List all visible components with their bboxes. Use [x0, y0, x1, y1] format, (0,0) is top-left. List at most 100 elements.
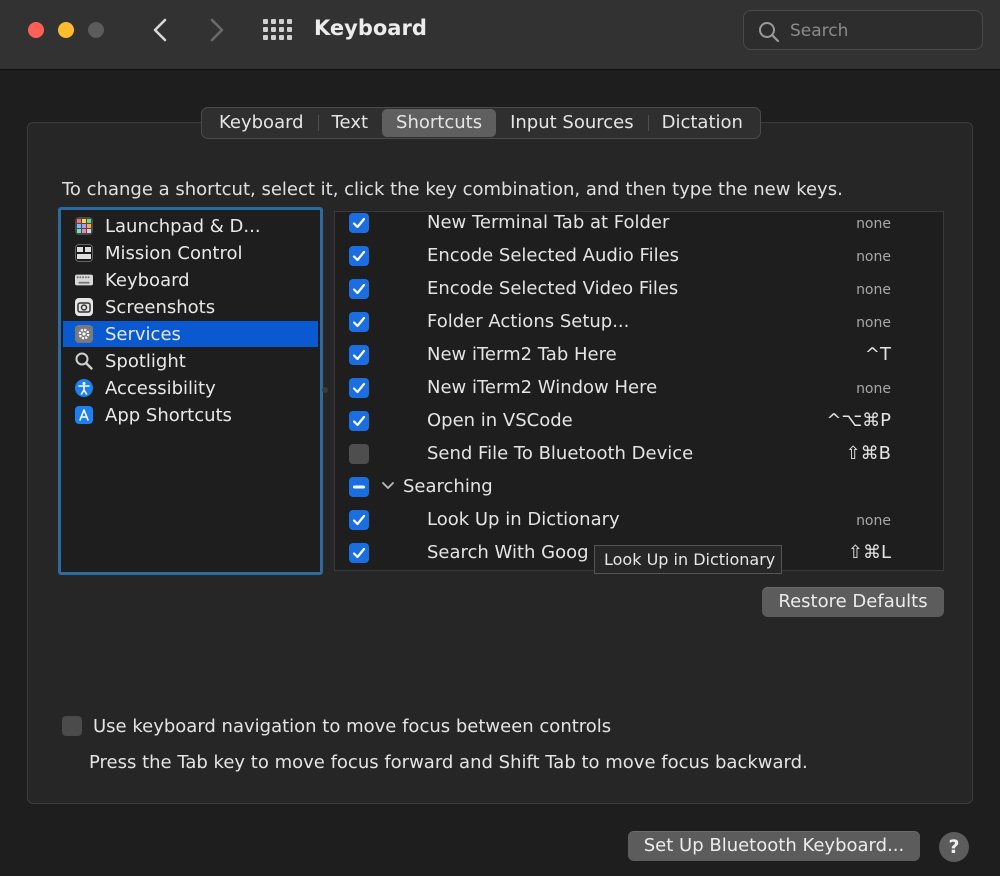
- keyboard-navigation-checkbox[interactable]: [62, 716, 82, 736]
- tab-dictation[interactable]: Dictation: [647, 109, 757, 137]
- category-mission-control[interactable]: Mission Control: [63, 240, 318, 266]
- service-enabled-checkbox[interactable]: [349, 213, 369, 233]
- service-enabled-checkbox[interactable]: [349, 345, 369, 365]
- service-name: Folder Actions Setup...: [427, 311, 630, 332]
- table-row[interactable]: Look Up in Dictionary none: [335, 505, 943, 538]
- shortcut-value[interactable]: ⇧⌘L: [848, 542, 891, 563]
- window-title: Keyboard: [314, 16, 427, 40]
- app-store-icon: [75, 406, 93, 424]
- category-screenshots[interactable]: Screenshots: [63, 294, 318, 320]
- tab-shortcuts[interactable]: Shortcuts: [382, 109, 497, 137]
- service-name: New Terminal Tab at Folder: [427, 212, 670, 233]
- chevron-down-icon[interactable]: [381, 481, 395, 491]
- shortcut-value[interactable]: none: [856, 513, 891, 529]
- keyboard-navigation-help: Press the Tab key to move focus forward …: [89, 752, 808, 773]
- category-label: Keyboard: [105, 269, 190, 291]
- minimize-window-button[interactable]: [58, 22, 74, 38]
- back-button[interactable]: [146, 14, 176, 46]
- screenshot-icon: [75, 298, 93, 316]
- service-name: Send File To Bluetooth Device: [427, 443, 694, 464]
- search-input[interactable]: [788, 17, 972, 45]
- service-name: Search With Goog: [427, 542, 589, 563]
- mission-control-icon: [75, 244, 93, 262]
- service-enabled-checkbox[interactable]: [349, 378, 369, 398]
- checkmark-icon: [352, 316, 366, 328]
- service-enabled-checkbox[interactable]: [349, 246, 369, 266]
- category-spotlight[interactable]: Spotlight: [63, 348, 318, 374]
- show-all-grid-icon[interactable]: [262, 18, 292, 42]
- restore-defaults-button[interactable]: Restore Defaults: [762, 587, 944, 617]
- chevron-right-icon: [210, 18, 224, 42]
- service-name: Open in VSCode: [427, 410, 573, 431]
- accessibility-icon: [75, 379, 93, 397]
- table-group-row[interactable]: Searching: [335, 472, 943, 505]
- set-up-bluetooth-keyboard-button[interactable]: Set Up Bluetooth Keyboard...: [628, 831, 920, 861]
- category-label: Spotlight: [105, 350, 186, 372]
- keyboard-navigation-label[interactable]: Use keyboard navigation to move focus be…: [93, 716, 611, 737]
- tab-input-sources[interactable]: Input Sources: [496, 109, 648, 137]
- services-shortcut-table[interactable]: New Terminal Tab at Folder none Encode S…: [334, 211, 944, 571]
- search-field[interactable]: [743, 10, 983, 50]
- shortcut-value[interactable]: none: [856, 249, 891, 265]
- checkmark-icon: [352, 514, 366, 526]
- chevron-left-icon: [153, 18, 167, 42]
- service-name: New iTerm2 Tab Here: [427, 344, 617, 365]
- help-button[interactable]: ?: [939, 832, 969, 862]
- table-row[interactable]: Encode Selected Audio Files none: [335, 241, 943, 274]
- instructions-text: To change a shortcut, select it, click t…: [62, 179, 843, 200]
- service-enabled-checkbox[interactable]: [349, 543, 369, 563]
- service-enabled-checkbox[interactable]: [349, 312, 369, 332]
- checkmark-icon: [352, 349, 366, 361]
- table-row[interactable]: Open in VSCode ^⌥⌘P: [335, 406, 943, 439]
- zoom-window-button[interactable]: [88, 22, 104, 38]
- keyboard-icon: [75, 271, 93, 289]
- category-launchpad[interactable]: Launchpad & D...: [63, 213, 318, 239]
- table-row[interactable]: Folder Actions Setup... none: [335, 307, 943, 340]
- split-view-divider[interactable]: [322, 387, 328, 393]
- shortcut-value[interactable]: none: [856, 315, 891, 331]
- service-name: Encode Selected Audio Files: [427, 245, 680, 266]
- close-window-button[interactable]: [28, 22, 44, 38]
- service-enabled-checkbox[interactable]: [349, 510, 369, 530]
- tab-bar: Keyboard Text Shortcuts Input Sources Di…: [201, 107, 761, 139]
- launchpad-icon: [75, 217, 93, 235]
- shortcut-value[interactable]: none: [856, 381, 891, 397]
- tab-text[interactable]: Text: [317, 109, 382, 137]
- shortcut-value[interactable]: none: [856, 216, 891, 232]
- shortcut-value[interactable]: none: [856, 282, 891, 298]
- checkmark-icon: [352, 547, 366, 559]
- category-accessibility[interactable]: Accessibility: [63, 375, 318, 401]
- table-row[interactable]: New Terminal Tab at Folder none: [335, 212, 943, 241]
- service-enabled-checkbox[interactable]: [349, 411, 369, 431]
- shortcut-category-list[interactable]: Launchpad & D... Mission Control Keyboar…: [58, 207, 323, 575]
- group-mixed-checkbox[interactable]: [349, 477, 369, 497]
- table-row[interactable]: Send File To Bluetooth Device ⇧⌘B: [335, 439, 943, 472]
- category-keyboard[interactable]: Keyboard: [63, 267, 318, 293]
- category-label: App Shortcuts: [105, 404, 232, 426]
- title-bar: Keyboard: [0, 0, 1000, 70]
- service-enabled-checkbox[interactable]: [349, 444, 369, 464]
- category-services[interactable]: Services: [63, 321, 318, 347]
- shortcut-value[interactable]: ^T: [865, 344, 891, 365]
- checkmark-icon: [352, 382, 366, 394]
- category-label: Services: [105, 323, 181, 345]
- table-row[interactable]: New iTerm2 Tab Here ^T: [335, 340, 943, 373]
- magnifier-icon: [75, 352, 93, 370]
- checkmark-icon: [352, 250, 366, 262]
- category-app-shortcuts[interactable]: App Shortcuts: [63, 402, 318, 428]
- category-label: Accessibility: [105, 377, 216, 399]
- shortcut-value[interactable]: ^⌥⌘P: [826, 410, 891, 431]
- service-enabled-checkbox[interactable]: [349, 279, 369, 299]
- tab-keyboard[interactable]: Keyboard: [205, 109, 318, 137]
- gear-icon: [75, 325, 93, 343]
- category-label: Mission Control: [105, 242, 243, 264]
- category-label: Launchpad & D...: [105, 215, 261, 237]
- table-row[interactable]: Encode Selected Video Files none: [335, 274, 943, 307]
- table-row[interactable]: New iTerm2 Window Here none: [335, 373, 943, 406]
- service-name: New iTerm2 Window Here: [427, 377, 658, 398]
- minus-icon: [353, 485, 365, 489]
- shortcut-value[interactable]: ⇧⌘B: [846, 443, 891, 464]
- service-name: Look Up in Dictionary: [427, 509, 620, 530]
- checkmark-icon: [352, 217, 366, 229]
- forward-button[interactable]: [201, 14, 231, 46]
